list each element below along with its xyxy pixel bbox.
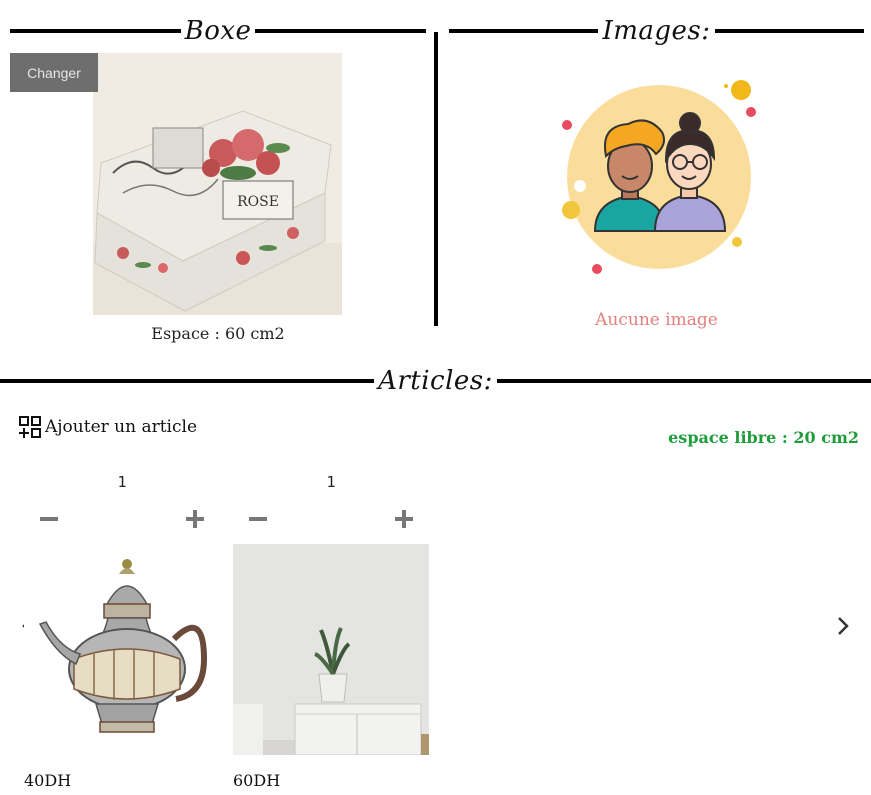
section-divider: [434, 32, 438, 326]
add-article-button[interactable]: Ajouter un article: [18, 415, 197, 439]
article-image-teapot[interactable]: [24, 544, 220, 755]
carousel-next-button[interactable]: [832, 616, 854, 640]
article-card: 1 40DH: [20, 466, 224, 795]
change-box-button[interactable]: Changer: [10, 53, 98, 92]
free-space-text: espace libre : 20 cm2: [668, 428, 859, 447]
box-photo: ROSE: [93, 53, 342, 315]
add-article-label: Ajouter un article: [45, 417, 198, 437]
article-price: 60DH: [233, 771, 281, 790]
articles-section-title: Articles:: [0, 366, 871, 396]
chevron-right-icon: [836, 616, 850, 640]
articles-title-label: Articles:: [378, 366, 493, 396]
title-line-left: [449, 29, 599, 33]
article-price: 40DH: [24, 771, 72, 790]
title-line-right: [255, 29, 426, 33]
empty-images-illustration: [550, 76, 766, 280]
title-line-left: [0, 379, 375, 383]
boxe-title-label: Boxe: [184, 16, 252, 46]
plus-icon: [185, 509, 205, 533]
title-line-right: [496, 379, 871, 383]
decrease-quantity-button[interactable]: [36, 508, 62, 534]
article-image-plant[interactable]: [233, 544, 429, 755]
no-image-text: Aucune image: [595, 310, 718, 330]
article-quantity: 1: [117, 473, 127, 491]
title-line-left: [10, 29, 181, 33]
add-grid-icon: [18, 415, 42, 439]
box-space-text: Espace : 60 cm2: [151, 324, 285, 343]
article-card: 1 60DH: [229, 466, 433, 795]
images-title-label: Images:: [602, 16, 711, 46]
title-line-right: [714, 29, 864, 33]
article-quantity: 1: [326, 473, 336, 491]
increase-quantity-button[interactable]: [182, 508, 208, 534]
minus-icon: [248, 509, 268, 533]
boxe-section-title: Boxe: [10, 16, 426, 46]
increase-quantity-button[interactable]: [391, 508, 417, 534]
plus-icon: [394, 509, 414, 533]
svg-text:ROSE: ROSE: [237, 194, 279, 210]
minus-icon: [39, 509, 59, 533]
decrease-quantity-button[interactable]: [245, 508, 271, 534]
images-section-title: Images:: [449, 16, 864, 46]
